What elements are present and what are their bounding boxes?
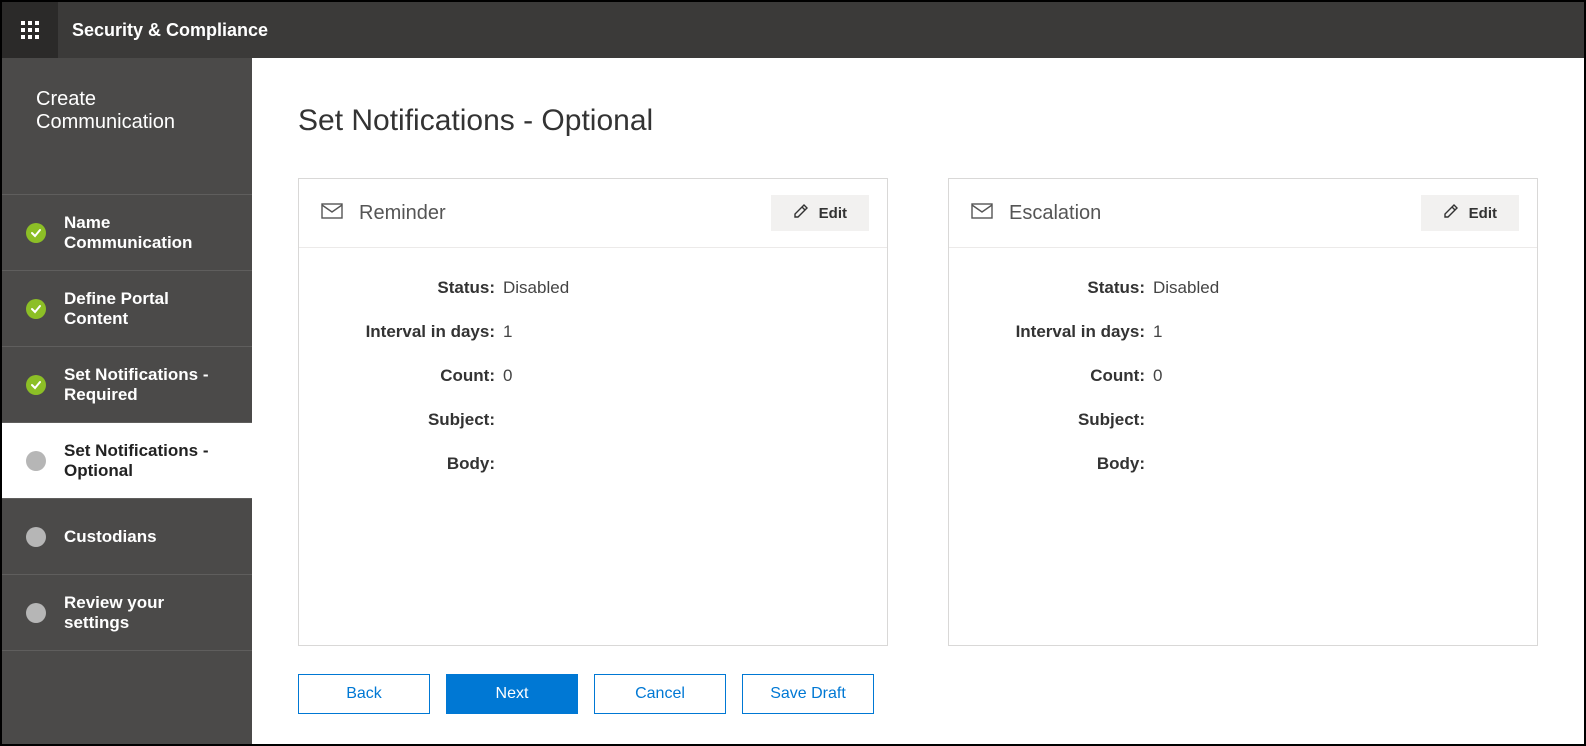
- main-content: Set Notifications - Optional Reminder: [252, 58, 1584, 744]
- field-interval: Interval in days: 1: [329, 322, 857, 342]
- step-label: Set Notifications - Optional: [64, 441, 228, 481]
- field-label: Status:: [979, 278, 1145, 298]
- app-launcher-button[interactable]: [2, 2, 58, 58]
- field-value: Disabled: [503, 278, 569, 298]
- next-button[interactable]: Next: [446, 674, 578, 714]
- edit-reminder-button[interactable]: Edit: [771, 195, 869, 231]
- pencil-icon: [793, 203, 809, 223]
- check-icon: [26, 375, 46, 395]
- check-icon: [26, 223, 46, 243]
- wizard-sidebar: Create Communication Name Communication …: [2, 58, 252, 744]
- step-define-portal-content[interactable]: Define Portal Content: [2, 271, 252, 347]
- field-subject: Subject:: [979, 410, 1507, 430]
- field-label: Interval in days:: [329, 322, 495, 342]
- step-label: Define Portal Content: [64, 289, 228, 329]
- page-title: Set Notifications - Optional: [298, 104, 1538, 138]
- field-label: Count:: [329, 366, 495, 386]
- step-label: Name Communication: [64, 213, 228, 253]
- field-label: Interval in days:: [979, 322, 1145, 342]
- field-label: Subject:: [979, 410, 1145, 430]
- field-count: Count: 0: [329, 366, 857, 386]
- app-title: Security & Compliance: [72, 20, 268, 41]
- field-label: Subject:: [329, 410, 495, 430]
- card-header: Reminder Edit: [299, 179, 887, 248]
- cancel-button[interactable]: Cancel: [594, 674, 726, 714]
- sidebar-title: Create Communication: [2, 58, 252, 195]
- card-title: Escalation: [1009, 202, 1101, 225]
- field-label: Body:: [979, 454, 1145, 474]
- card-body: Status: Disabled Interval in days: 1 Cou…: [299, 248, 887, 645]
- step-label: Review your settings: [64, 593, 228, 633]
- field-status: Status: Disabled: [979, 278, 1507, 298]
- field-subject: Subject:: [329, 410, 857, 430]
- field-label: Body:: [329, 454, 495, 474]
- escalation-card: Escalation Edit Status: Disabled: [948, 178, 1538, 646]
- step-label: Set Notifications - Required: [64, 365, 228, 405]
- field-value: Disabled: [1153, 278, 1219, 298]
- card-body: Status: Disabled Interval in days: 1 Cou…: [949, 248, 1537, 645]
- field-value: 0: [1153, 366, 1162, 386]
- field-label: Status:: [329, 278, 495, 298]
- field-body: Body:: [979, 454, 1507, 474]
- mail-icon: [321, 203, 343, 224]
- reminder-card: Reminder Edit Status: Disabled: [298, 178, 888, 646]
- field-value: 0: [503, 366, 512, 386]
- field-value: 1: [1153, 322, 1162, 342]
- step-set-notifications-optional[interactable]: Set Notifications - Optional: [2, 423, 252, 499]
- edit-escalation-button[interactable]: Edit: [1421, 195, 1519, 231]
- field-status: Status: Disabled: [329, 278, 857, 298]
- pencil-icon: [1443, 203, 1459, 223]
- back-button[interactable]: Back: [298, 674, 430, 714]
- field-body: Body:: [329, 454, 857, 474]
- wizard-footer: Back Next Cancel Save Draft: [298, 674, 1538, 714]
- step-custodians[interactable]: Custodians: [2, 499, 252, 575]
- circle-icon: [26, 527, 46, 547]
- check-icon: [26, 299, 46, 319]
- edit-label: Edit: [1469, 205, 1497, 222]
- field-value: 1: [503, 322, 512, 342]
- step-review-settings[interactable]: Review your settings: [2, 575, 252, 651]
- mail-icon: [971, 203, 993, 224]
- edit-label: Edit: [819, 205, 847, 222]
- cards-row: Reminder Edit Status: Disabled: [298, 178, 1538, 646]
- field-label: Count:: [979, 366, 1145, 386]
- circle-icon: [26, 451, 46, 471]
- field-interval: Interval in days: 1: [979, 322, 1507, 342]
- card-header: Escalation Edit: [949, 179, 1537, 248]
- circle-icon: [26, 603, 46, 623]
- waffle-icon: [21, 21, 39, 39]
- field-count: Count: 0: [979, 366, 1507, 386]
- save-draft-button[interactable]: Save Draft: [742, 674, 874, 714]
- step-set-notifications-required[interactable]: Set Notifications - Required: [2, 347, 252, 423]
- step-name-communication[interactable]: Name Communication: [2, 195, 252, 271]
- top-bar: Security & Compliance: [2, 2, 1584, 58]
- card-title: Reminder: [359, 202, 446, 225]
- step-label: Custodians: [64, 527, 157, 547]
